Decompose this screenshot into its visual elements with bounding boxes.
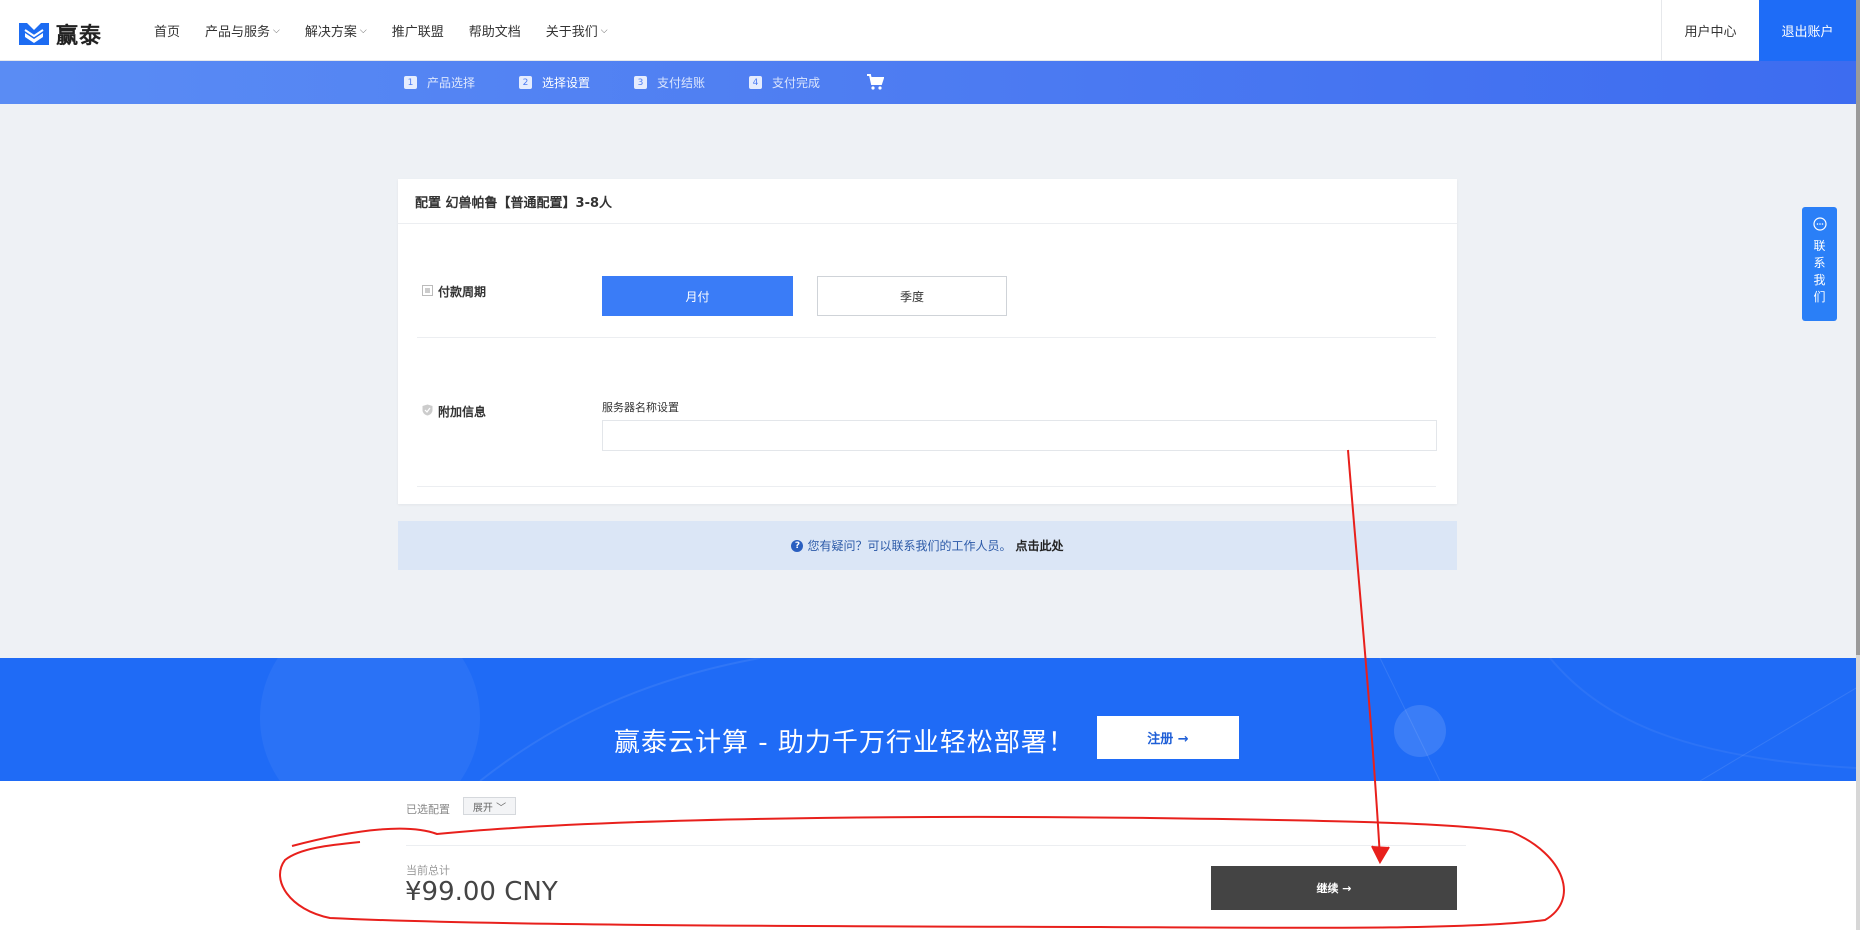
server-name-label: 服务器名称设置: [602, 401, 679, 414]
logout-button[interactable]: 退出账户: [1759, 0, 1856, 61]
step-label: 选择设置: [542, 76, 591, 90]
step-checkout[interactable]: 3 支付结账: [634, 74, 705, 91]
step-complete[interactable]: 4 支付完成: [749, 74, 820, 91]
row-divider: [417, 486, 1436, 487]
step-number: 3: [634, 76, 647, 89]
cart-icon[interactable]: [866, 73, 885, 95]
contact-label: 联 系 我 们: [1813, 238, 1825, 306]
logo-icon: [18, 21, 50, 47]
config-card: 配置 幻兽帕鲁【普通配置】3-8人 付款周期 月付 季度 附加信息 服务器名称设…: [398, 179, 1457, 504]
option-monthly-button[interactable]: 月付: [602, 276, 793, 316]
nav-label: 关于我们: [545, 25, 598, 40]
nav-label: 产品与服务: [205, 25, 271, 40]
nav-label: 推广联盟: [391, 25, 444, 40]
nav-label: 帮助文档: [468, 25, 521, 40]
nav-home[interactable]: 首页: [154, 21, 180, 40]
step-number: 2: [519, 76, 532, 89]
row-divider: [417, 337, 1436, 338]
expand-button[interactable]: 展开 ﹀: [463, 797, 516, 815]
nav-docs[interactable]: 帮助文档: [469, 21, 521, 40]
help-link[interactable]: 点击此处: [1016, 537, 1064, 554]
total-label: 当前总计: [406, 864, 450, 877]
config-title: 配置 幻兽帕鲁【普通配置】3-8人: [398, 179, 1457, 224]
selected-config-label: 已选配置: [406, 803, 450, 816]
question-icon: ?: [791, 539, 804, 552]
logo-text: 赢泰: [56, 24, 103, 49]
user-center-link[interactable]: 用户中心: [1661, 0, 1759, 61]
page-scrollbar-thumb[interactable]: [1856, 0, 1860, 655]
step-label: 产品选择: [427, 76, 476, 90]
promo-banner: 赢泰云计算 - 助力千万行业轻松部署！ 注册 →: [0, 658, 1856, 781]
nav-label: 解决方案: [304, 25, 357, 40]
step-label: 支付结账: [657, 76, 706, 90]
main-nav: 首页 产品与服务 ⌵ 解决方案 ⌵ 推广联盟 帮助文档 关于我们 ⌵: [154, 0, 608, 61]
top-header: 赢泰 首页 产品与服务 ⌵ 解决方案 ⌵ 推广联盟 帮助文档 关于我们 ⌵ 用户中心 …: [0, 0, 1856, 61]
checkout-steps: 1 产品选择 2 选择设置 3 支付结账 4 支付完成: [0, 61, 1856, 104]
chevron-down-icon: ⌵: [359, 25, 367, 36]
register-button[interactable]: 注册 →: [1097, 716, 1239, 759]
calendar-icon: [422, 284, 433, 299]
payment-cycle-text: 付款周期: [438, 285, 487, 299]
contact-char: 我: [1813, 273, 1826, 287]
help-text: 您有疑问？可以联系我们的工作人员。: [807, 539, 1012, 553]
shield-icon: [422, 404, 433, 419]
banner-decoration: [260, 658, 1856, 781]
option-quarterly-button[interactable]: 季度: [817, 276, 1007, 316]
nav-products[interactable]: 产品与服务 ⌵: [205, 21, 280, 40]
contact-char: 们: [1813, 290, 1826, 304]
extra-info-label: 附加信息: [422, 403, 486, 420]
continue-button[interactable]: 继续 →: [1211, 866, 1457, 910]
extra-info-text: 附加信息: [438, 405, 487, 419]
contact-char: 联: [1813, 239, 1826, 253]
logo[interactable]: 赢泰: [18, 18, 102, 50]
contact-char: 系: [1813, 256, 1826, 270]
nav-about[interactable]: 关于我们 ⌵: [546, 21, 608, 40]
chevron-down-icon: ⌵: [600, 25, 608, 36]
step-number: 4: [749, 76, 762, 89]
payment-cycle-label: 付款周期: [422, 283, 486, 300]
nav-solutions[interactable]: 解决方案 ⌵: [305, 21, 367, 40]
order-summary: 已选配置 展开 ﹀ 当前总计 ¥99.00 CNY 继续 →: [0, 781, 1856, 930]
step-product[interactable]: 1 产品选择: [404, 74, 475, 91]
step-label: 支付完成: [772, 76, 821, 90]
total-price: ¥99.00 CNY: [405, 877, 558, 907]
banner-slogan: 赢泰云计算 - 助力千万行业轻松部署！: [614, 728, 1075, 758]
summary-divider: [406, 845, 1466, 846]
server-name-input[interactable]: [602, 420, 1437, 451]
nav-label: 首页: [154, 25, 181, 40]
step-settings[interactable]: 2 选择设置: [519, 74, 590, 91]
help-bar: ? 您有疑问？可以联系我们的工作人员。 点击此处: [398, 521, 1457, 570]
chat-icon: [1812, 217, 1827, 236]
chevron-down-icon: ⌵: [273, 25, 280, 36]
step-number: 1: [404, 76, 417, 89]
nav-affiliate[interactable]: 推广联盟: [392, 21, 444, 40]
contact-us-float[interactable]: 联 系 我 们: [1802, 207, 1837, 321]
